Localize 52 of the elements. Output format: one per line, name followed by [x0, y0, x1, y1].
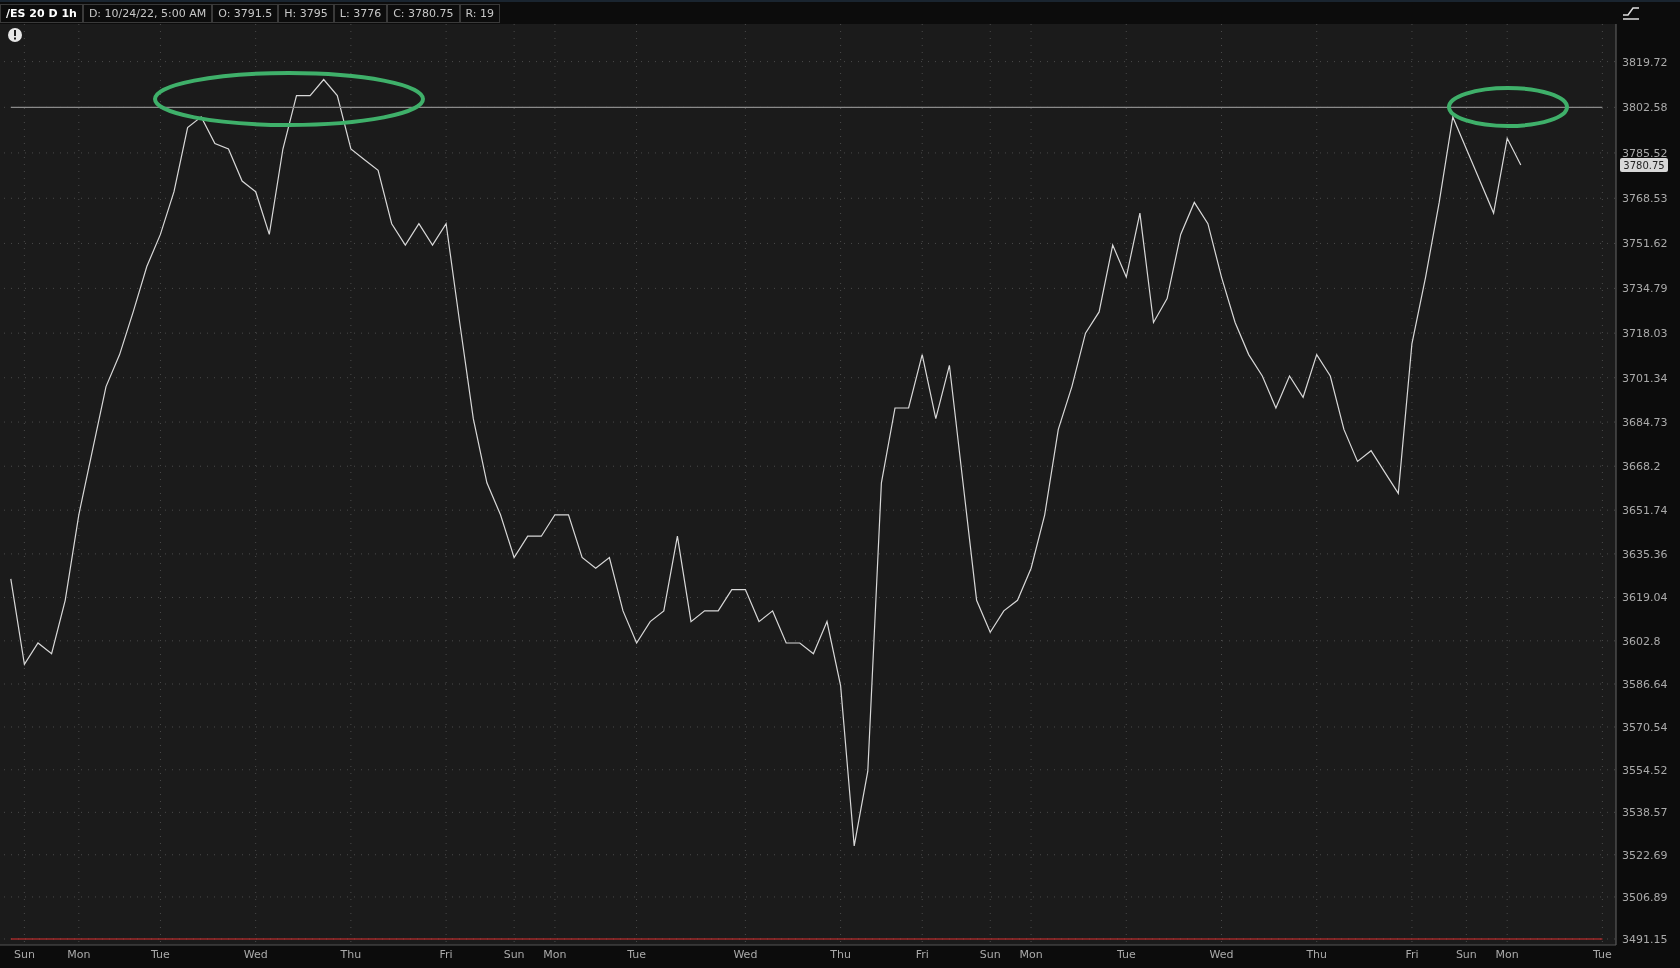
x-axis-label: Thu: [1306, 948, 1328, 961]
x-axis-label: Mon: [1019, 948, 1043, 961]
y-axis-label: 3538.57: [1622, 806, 1668, 820]
y-axis-label: 3819.72: [1622, 55, 1668, 69]
y-axis-label: 3651.74: [1622, 504, 1668, 518]
alert-icon[interactable]: [8, 28, 22, 42]
quote-field: C: 3780.75: [387, 3, 460, 23]
y-axis-label: 3668.2: [1622, 460, 1661, 474]
x-axis-label: Mon: [543, 948, 567, 961]
y-axis-label: 3619.04: [1622, 591, 1668, 605]
x-axis-label: Thu: [340, 948, 362, 961]
x-axis-label: Sun: [979, 948, 1001, 961]
y-axis-label: 3491.15: [1622, 933, 1668, 946]
x-axis-label: Sun: [1455, 948, 1477, 961]
x-axis-label: Sun: [13, 948, 35, 961]
x-axis-label: Mon: [67, 948, 91, 961]
y-axis-label: 3506.89: [1622, 890, 1668, 904]
y-axis-label: 3602.8: [1622, 634, 1661, 648]
x-axis-label: Tue: [1593, 948, 1612, 961]
y-axis-label: 3522.69: [1622, 848, 1668, 862]
y-axis-label: 3718.03: [1622, 327, 1668, 341]
y-axis-label: 3768.53: [1622, 192, 1668, 206]
y-axis-label: 3785.52: [1622, 146, 1668, 160]
x-axis-label: Mon: [1495, 948, 1519, 961]
y-axis-label: 3635.36: [1622, 547, 1668, 561]
x-axis-label: Sun: [503, 948, 525, 961]
x-axis-label: Wed: [733, 948, 758, 961]
quote-field: L: 3776: [333, 3, 388, 23]
y-axis-label: 3684.73: [1622, 416, 1668, 430]
x-axis-label: Fri: [439, 948, 453, 961]
quote-field: D: 10/24/22, 5:00 AM: [82, 3, 213, 23]
x-axis-label: Fri: [1405, 948, 1419, 961]
symbol-label: /ES 20 D 1h: [0, 3, 83, 23]
x-axis-label: Tue: [627, 948, 646, 961]
x-axis-label: Tue: [151, 948, 170, 961]
y-axis-label: 3802.58: [1622, 101, 1668, 115]
x-axis-label: Wed: [1209, 948, 1234, 961]
x-axis-label: Thu: [830, 948, 851, 961]
quote-field: H: 3795: [278, 3, 334, 23]
y-axis-label: 3570.54: [1622, 721, 1668, 734]
quote-field: R: 19: [459, 3, 501, 23]
y-axis-label: 3701.34: [1622, 371, 1668, 385]
quote-field: O: 3791.5: [212, 3, 279, 23]
y-axis-label: 3734.79: [1622, 282, 1668, 296]
x-axis-label: Fri: [915, 948, 929, 961]
last-price-badge: 3780.75: [1620, 158, 1668, 172]
y-axis-label: 3586.64: [1622, 678, 1668, 691]
x-axis-label: Wed: [243, 948, 268, 961]
y-axis-label: 3554.52: [1622, 763, 1668, 777]
x-axis-label: Tue: [1116, 948, 1136, 961]
chart-style-icon[interactable]: [1622, 5, 1640, 21]
y-axis-label: 3751.62: [1622, 237, 1668, 251]
